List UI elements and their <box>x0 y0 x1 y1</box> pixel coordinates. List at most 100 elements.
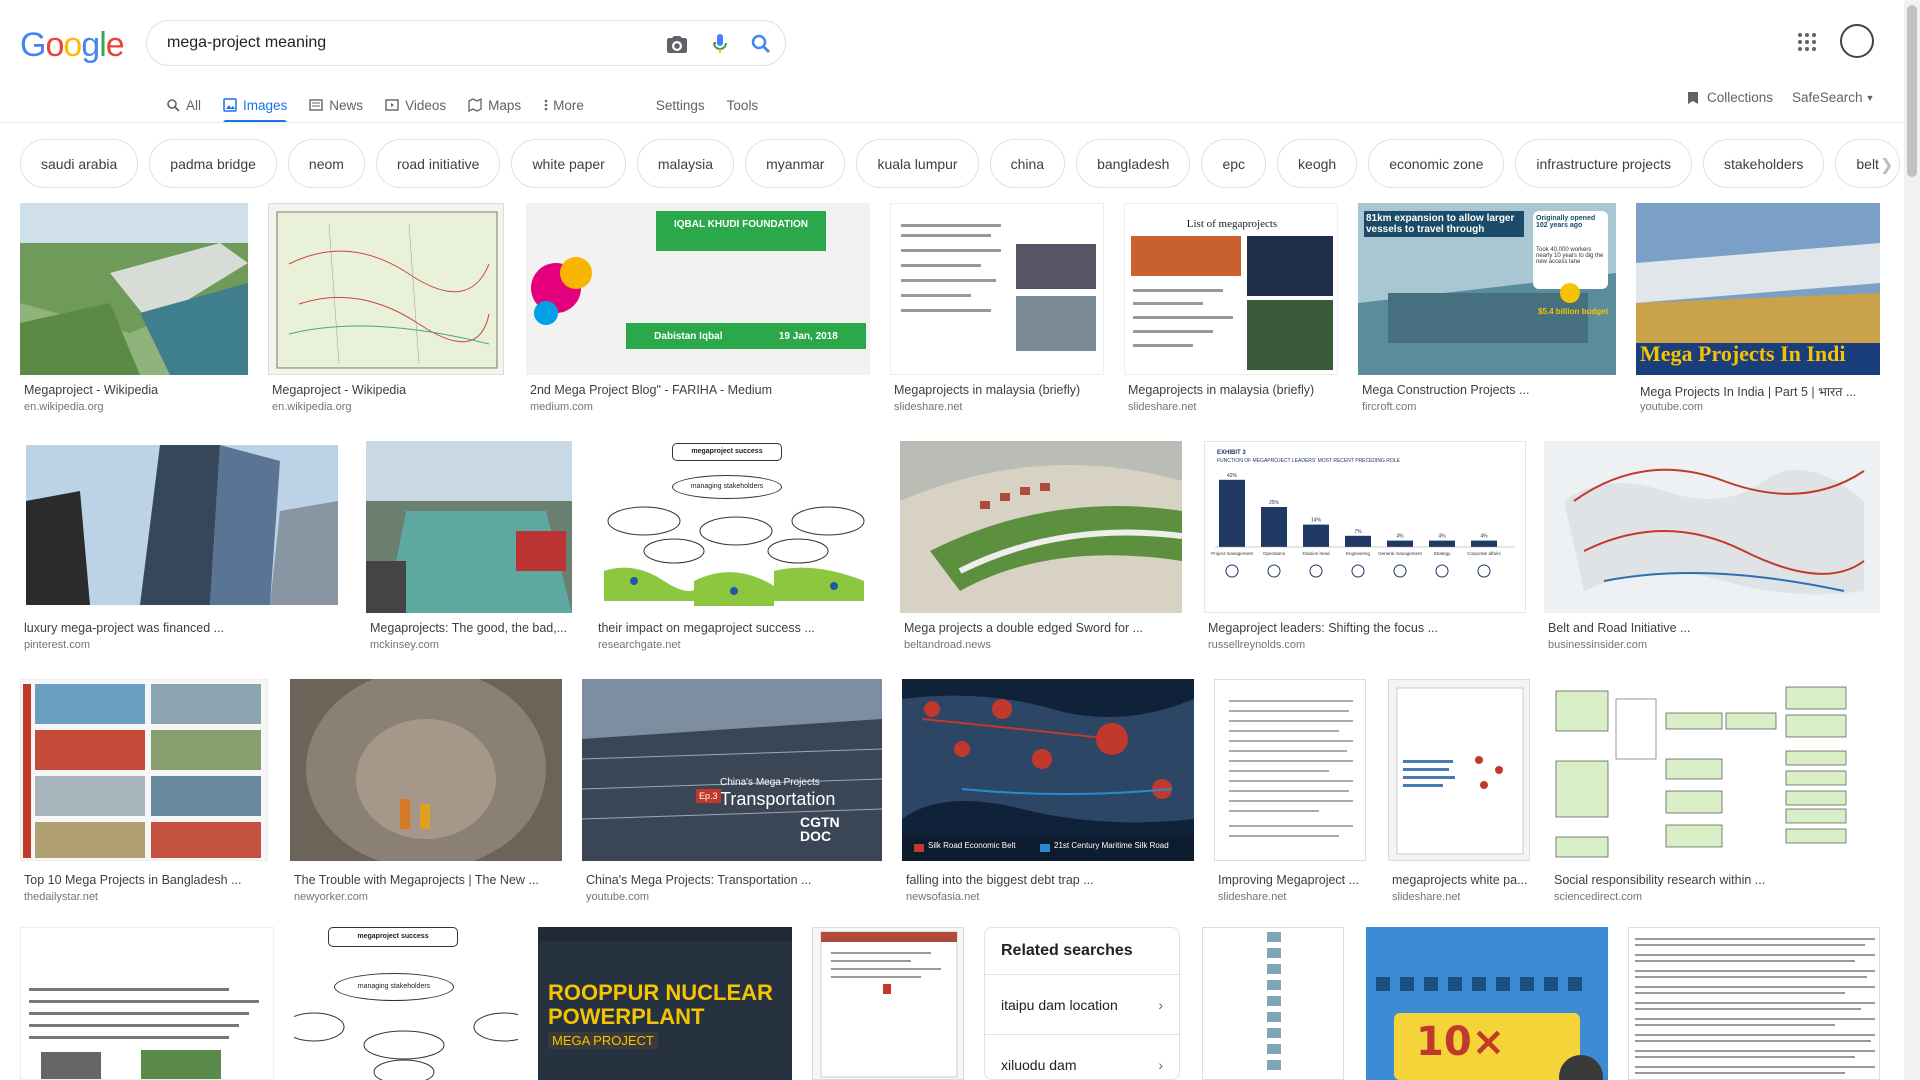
result-caption[interactable]: Improving Megaproject ... <box>1218 873 1366 887</box>
chip[interactable]: keogh <box>1277 139 1358 188</box>
image-result[interactable]: luxury mega-project was financed ... pin… <box>20 441 344 651</box>
image-result[interactable]: megaproject success managing stakeholder… <box>294 927 518 1080</box>
search-box[interactable]: mega-project meaning <box>146 20 786 66</box>
chip[interactable]: road initiative <box>375 139 501 188</box>
apps-grid-icon[interactable] <box>1797 32 1817 52</box>
result-caption[interactable]: Megaproject leaders: Shifting the focus … <box>1208 621 1526 635</box>
result-caption[interactable]: Mega Projects In India | Part 5 | भारत .… <box>1640 383 1880 400</box>
settings-link[interactable]: Settings <box>656 88 705 122</box>
result-caption[interactable]: Belt and Road Initiative ... <box>1548 621 1878 635</box>
tab-all[interactable]: All <box>166 88 201 122</box>
image-result[interactable] <box>20 927 274 1080</box>
related-search-item[interactable]: itaipu dam location › <box>985 974 1179 1034</box>
image-result[interactable]: Mega projects a double edged Sword for .… <box>900 441 1182 651</box>
image-result[interactable]: EXHIBIT 3 FUNCTION OF MEGAPROJECT LEADER… <box>1204 441 1526 651</box>
news-icon <box>309 99 323 111</box>
image-result[interactable]: China's Mega Projects Transportation Ep.… <box>582 679 882 903</box>
result-thumbnail: Mega Projects In Indi <box>1636 203 1880 375</box>
camera-icon[interactable] <box>665 32 689 56</box>
image-result[interactable]: Top 10 Mega Projects in Bangladesh ... t… <box>20 679 268 903</box>
chip[interactable]: padma bridge <box>149 139 277 188</box>
chip[interactable]: malaysia <box>636 139 735 188</box>
image-result[interactable]: Silk Road Economic Belt 21st Century Mar… <box>902 679 1194 903</box>
chip[interactable]: bangladesh <box>1076 139 1191 188</box>
image-result[interactable]: IQBAL KHUDI FOUNDATION Dabistan Iqbal 19… <box>526 203 870 413</box>
related-search-item[interactable]: xiluodu dam › <box>985 1034 1179 1079</box>
image-result[interactable]: List of megaprojects Megaprojects in mal… <box>1124 203 1338 413</box>
exhibit-bar-label: 7% <box>1354 529 1362 535</box>
result-domain: youtube.com <box>586 891 649 903</box>
chip[interactable]: myanmar <box>745 139 846 188</box>
result-caption[interactable]: 2nd Mega Project Blog" - FARIHA - Medium <box>530 383 870 397</box>
image-result[interactable]: Improving Megaproject ... slideshare.net <box>1214 679 1366 903</box>
suggestion-chips: saudi arabia padma bridge neom road init… <box>20 139 1911 188</box>
result-caption[interactable]: The Trouble with Megaprojects | The New … <box>294 873 560 887</box>
image-result[interactable]: ROOPPUR NUCLEAR POWERPLANT MEGA PROJECT <box>538 927 792 1080</box>
result-caption[interactable]: their impact on megaproject success ... <box>598 621 878 635</box>
image-result[interactable]: Social responsibility research within ..… <box>1550 679 1880 903</box>
microphone-icon[interactable] <box>708 32 732 56</box>
tab-maps[interactable]: Maps <box>468 88 521 122</box>
chip[interactable]: saudi arabia <box>20 139 139 188</box>
result-caption[interactable]: Top 10 Mega Projects in Bangladesh ... <box>24 873 268 887</box>
image-result[interactable]: The Trouble with Megaprojects | The New … <box>290 679 562 903</box>
account-avatar[interactable] <box>1840 24 1874 58</box>
search-icon[interactable] <box>749 32 773 56</box>
result-caption[interactable]: Megaproject - Wikipedia <box>272 383 502 397</box>
result-caption[interactable]: megaprojects white pa... <box>1392 873 1530 887</box>
search-tabs: All Images News Videos Maps More Setting… <box>166 88 780 123</box>
google-logo[interactable]: Google <box>20 26 125 65</box>
image-result[interactable]: Mega Projects In Indi Mega Projects In I… <box>1636 203 1880 413</box>
result-caption[interactable]: Megaprojects: The good, the bad,... <box>370 621 570 635</box>
tools-link[interactable]: Tools <box>727 88 759 122</box>
image-result[interactable]: megaproject success managing stakeholder… <box>594 441 878 651</box>
image-result[interactable]: Belt and Road Initiative ... businessins… <box>1544 441 1880 651</box>
chevron-right-icon[interactable]: ❯ <box>1880 155 1893 175</box>
result-domain: pinterest.com <box>24 639 91 651</box>
chip[interactable]: epc <box>1201 139 1267 188</box>
image-result[interactable] <box>1202 927 1344 1080</box>
chip[interactable]: white paper <box>511 139 626 188</box>
tab-news[interactable]: News <box>309 88 363 122</box>
chip[interactable]: china <box>989 139 1066 188</box>
image-result[interactable]: 10× <box>1366 927 1608 1080</box>
result-caption[interactable]: Social responsibility research within ..… <box>1554 873 1880 887</box>
image-result[interactable] <box>1628 927 1880 1080</box>
result-caption[interactable]: Megaprojects in malaysia (briefly) <box>894 383 1104 397</box>
result-thumbnail <box>1628 927 1880 1080</box>
result-caption[interactable]: falling into the biggest debt trap ... <box>906 873 1194 887</box>
tab-images[interactable]: Images <box>223 88 288 123</box>
chip[interactable]: stakeholders <box>1702 139 1825 188</box>
chip[interactable]: kuala lumpur <box>856 139 979 188</box>
scrollbar-thumb[interactable] <box>1907 5 1917 177</box>
chip[interactable]: infrastructure projects <box>1515 139 1692 188</box>
search-input[interactable]: mega-project meaning <box>167 34 326 52</box>
image-result[interactable] <box>812 927 964 1080</box>
chip[interactable]: neom <box>287 139 365 188</box>
exhibit-bar-label: 4% <box>1396 534 1404 540</box>
result-caption[interactable]: Megaproject - Wikipedia <box>24 383 244 397</box>
image-result[interactable]: Megaproject - Wikipedia en.wikipedia.org <box>268 203 504 413</box>
image-result[interactable]: Megaproject - Wikipedia en.wikipedia.org <box>20 203 248 413</box>
legend-maritime: 21st Century Maritime Silk Road <box>1054 841 1169 850</box>
safesearch-menu[interactable]: SafeSearch ▼ <box>1792 90 1874 105</box>
result-caption[interactable]: Megaprojects in malaysia (briefly) <box>1128 383 1338 397</box>
image-icon <box>223 98 237 112</box>
exhibit-category-label: Project management <box>1211 551 1253 556</box>
exhibit-category-label: General management <box>1378 551 1422 556</box>
page-scrollbar[interactable] <box>1904 0 1920 1080</box>
image-result[interactable]: megaprojects white pa... slideshare.net <box>1388 679 1530 903</box>
exhibit-category-icon <box>1225 564 1239 578</box>
image-result[interactable]: Megaprojects: The good, the bad,... mcki… <box>366 441 572 651</box>
exhibit-bar-chart: 42% Project management 25% Operations 14% Div… <box>1211 473 1515 578</box>
image-result[interactable]: Megaprojects in malaysia (briefly) slide… <box>890 203 1104 413</box>
collections-link[interactable]: Collections <box>1687 90 1773 105</box>
image-result[interactable]: 81km expansion to allow larger vessels t… <box>1358 203 1616 413</box>
tab-more[interactable]: More <box>543 88 584 122</box>
result-caption[interactable]: Mega Construction Projects ... <box>1362 383 1612 397</box>
tab-videos[interactable]: Videos <box>385 88 446 122</box>
result-caption[interactable]: China's Mega Projects: Transportation ..… <box>586 873 882 887</box>
result-caption[interactable]: luxury mega-project was financed ... <box>24 621 344 635</box>
result-caption[interactable]: Mega projects a double edged Sword for .… <box>904 621 1184 635</box>
chip[interactable]: economic zone <box>1368 139 1505 188</box>
